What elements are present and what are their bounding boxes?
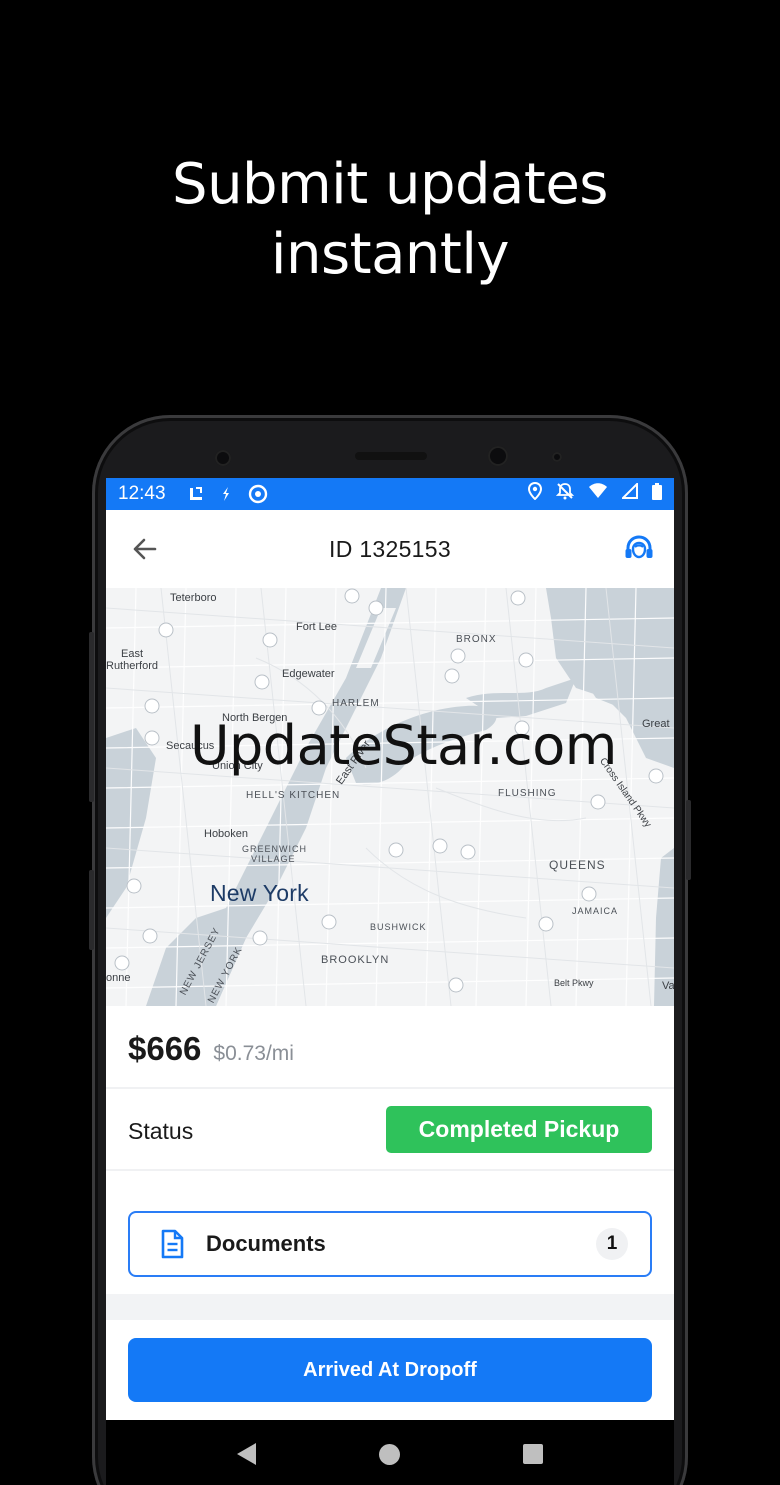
system-nav-bar bbox=[106, 1420, 674, 1485]
page-title: ID 1325153 bbox=[329, 535, 451, 562]
watermark: UpdateStar.com bbox=[190, 714, 617, 777]
map-label-fort-lee: Fort Lee bbox=[296, 621, 337, 633]
wifi-icon bbox=[588, 483, 608, 505]
status-badge[interactable]: Completed Pickup bbox=[386, 1106, 652, 1153]
documents-button[interactable]: Documents 1 bbox=[128, 1211, 652, 1277]
promo-headline: Submit updates instantly bbox=[0, 150, 780, 290]
price-row: $666 $0.73/mi bbox=[128, 1030, 294, 1068]
map-label-brooklyn: BROOKLYN bbox=[321, 954, 390, 966]
status-time: 12:43 bbox=[118, 483, 166, 504]
documents-label: Documents bbox=[206, 1231, 326, 1256]
map-label-queens: QUEENS bbox=[549, 858, 606, 872]
map-label-great: Great bbox=[642, 718, 670, 730]
back-triangle-icon[interactable] bbox=[237, 1443, 257, 1465]
map-label-flushing: FLUSHING bbox=[498, 788, 557, 799]
phone-sensor bbox=[552, 452, 562, 462]
promo-headline-line1: Submit updates bbox=[172, 152, 608, 217]
document-icon bbox=[160, 1229, 184, 1259]
map-label-new-york: New York bbox=[210, 880, 309, 906]
rate-per-mile: $0.73/mi bbox=[213, 1042, 294, 1065]
route-map[interactable]: Teterboro Fort Lee East Rutherford Edgew… bbox=[106, 588, 674, 1006]
section-separator bbox=[106, 1294, 674, 1320]
phone-side-button-2 bbox=[89, 870, 94, 950]
phone-speaker bbox=[355, 452, 427, 460]
phone-power-button bbox=[686, 800, 691, 880]
recents-square-icon[interactable] bbox=[522, 1444, 543, 1464]
status-bar: 12:43 bbox=[106, 478, 674, 510]
map-label-jamaica: JAMAICA bbox=[572, 906, 619, 916]
map-label-greenwich: GREENWICH bbox=[242, 844, 307, 854]
home-circle-icon[interactable] bbox=[378, 1443, 400, 1465]
phone-screen: 12:43 ID 1325153 Teterboro Fort Lee East… bbox=[106, 478, 674, 1485]
phone-front-camera bbox=[488, 446, 508, 466]
signal-icon bbox=[620, 481, 638, 505]
map-label-onne: onne bbox=[106, 972, 131, 984]
status-label: Status bbox=[128, 1118, 194, 1144]
map-label-hells-kitchen: HELL'S KITCHEN bbox=[246, 790, 341, 801]
transfer-icon bbox=[220, 486, 232, 502]
map-label-teterboro: Teterboro bbox=[170, 592, 217, 604]
map-label-edgewater: Edgewater bbox=[282, 668, 335, 680]
arrived-at-dropoff-button[interactable]: Arrived At Dropoff bbox=[128, 1338, 652, 1402]
map-label-rutherford: Rutherford bbox=[106, 660, 158, 672]
map-label-bushwick: BUSHWICK bbox=[370, 922, 427, 932]
map-label-belt-pkwy: Belt Pkwy bbox=[554, 978, 594, 988]
documents-count-badge: 1 bbox=[596, 1228, 628, 1260]
map-label-harlem: HARLEM bbox=[332, 698, 380, 709]
map-label-village: VILLAGE bbox=[251, 854, 296, 864]
battery-icon bbox=[652, 482, 662, 506]
headset-icon[interactable] bbox=[622, 532, 656, 566]
divider bbox=[106, 1087, 674, 1089]
map-label-east: East bbox=[121, 648, 144, 660]
arrow-left-icon[interactable] bbox=[130, 534, 160, 564]
at-sign-icon bbox=[248, 484, 268, 504]
notifications-off-icon bbox=[555, 482, 575, 506]
phone-sensor-left bbox=[215, 450, 231, 466]
map-label-hoboken: Hoboken bbox=[204, 828, 249, 840]
load-price: $666 bbox=[128, 1030, 202, 1067]
promo-headline-line2: instantly bbox=[270, 222, 510, 287]
pinned-app-icon bbox=[188, 486, 204, 502]
divider bbox=[106, 1169, 674, 1171]
app-bar: ID 1325153 bbox=[106, 510, 674, 588]
location-icon bbox=[527, 481, 543, 506]
map-label-va: Va bbox=[662, 980, 674, 992]
map-label-bronx: BRONX bbox=[456, 634, 497, 645]
map-background bbox=[106, 588, 674, 1006]
phone-side-button bbox=[89, 632, 94, 802]
